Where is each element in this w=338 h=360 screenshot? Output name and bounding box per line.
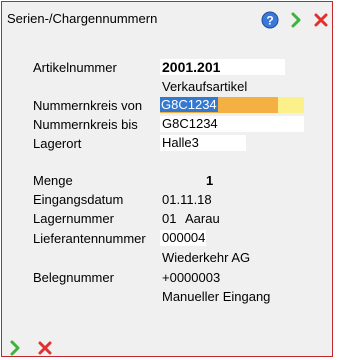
lieferantennummer-field[interactable]: 000004 (160, 230, 206, 246)
eingangsdatum-label: Eingangsdatum (33, 192, 124, 207)
lagernummer-value: 01 (162, 211, 177, 226)
beleg-description: Manueller Eingang (162, 289, 271, 304)
nummernkreis-von-value: G8C1234 (160, 97, 218, 112)
nummernkreis-bis-field[interactable]: G8C1234 (160, 116, 304, 132)
close-icon[interactable] (312, 11, 330, 29)
cancel-button-icon[interactable] (36, 339, 54, 357)
lagerort-label: Lagerort (33, 136, 82, 151)
belegnummer-label: Belegnummer (33, 270, 114, 285)
artikelnummer-field[interactable]: 2001.201 (160, 59, 285, 75)
artikel-description: Verkaufsartikel (162, 79, 248, 94)
menge-value: 1 (206, 173, 214, 188)
lagerort-field[interactable]: Halle3 (160, 135, 246, 151)
ok-button-icon[interactable] (6, 339, 24, 357)
help-icon[interactable]: ? (261, 11, 279, 29)
svg-text:?: ? (266, 14, 273, 28)
eingangsdatum-value: 01.11.18 (162, 192, 212, 207)
window-title: Serien-/Chargennummern (7, 11, 158, 26)
lager-name: Aarau (185, 211, 220, 226)
dialog-window: Serien-/Chargennummern ? Artikelnummer 2… (1, 1, 333, 357)
nummernkreis-von-label: Nummernkreis von (33, 98, 143, 113)
lieferantennummer-label: Lieferantennummer (33, 231, 146, 246)
chevron-right-icon[interactable] (287, 11, 305, 29)
lagernummer-label: Lagernummer (33, 211, 114, 226)
lieferant-name: Wiederkehr AG (162, 250, 251, 265)
artikelnummer-label: Artikelnummer (33, 60, 117, 75)
menge-label: Menge (33, 173, 73, 188)
nummernkreis-bis-label: Nummernkreis bis (33, 117, 138, 132)
belegnummer-value: +0000003 (162, 270, 221, 285)
nummernkreis-von-field[interactable]: G8C1234 (160, 97, 304, 113)
